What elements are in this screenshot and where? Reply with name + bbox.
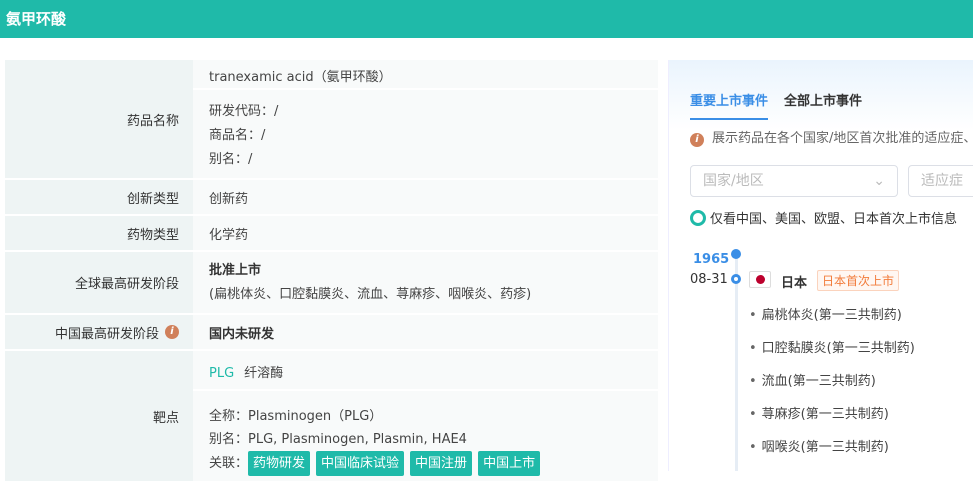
target-name: 纤溶酶 xyxy=(244,366,284,381)
tag-china-launch[interactable]: 中国上市 xyxy=(478,451,541,476)
tab-all-events[interactable]: 全部上市事件 xyxy=(784,90,862,120)
event-date: 08-31 xyxy=(690,272,728,287)
innovation-value: 创新药 xyxy=(193,180,658,214)
list-item: 咽喉炎(第一三共制药) xyxy=(749,436,915,469)
label-target: 靶点 xyxy=(5,351,193,481)
timeline-event-dot xyxy=(731,274,741,284)
note-text: 展示药品在各个国家/地区首次批准的适应症、 xyxy=(712,131,973,146)
indication-select[interactable]: 适应症 xyxy=(908,165,973,197)
target-full-name: 全称：Plasminogen（PLG） xyxy=(209,409,383,424)
tag-china-registration[interactable]: 中国注册 xyxy=(410,451,473,476)
row-global-stage: 全球最高研发阶段 批准上市 (扁桃体炎、口腔黏膜炎、流血、荨麻疹、咽喉炎、药疹) xyxy=(5,252,658,313)
country-select[interactable]: 国家/地区 ⌄ xyxy=(690,165,898,197)
row-china-stage: 中国最高研发阶段 i 国内未研发 xyxy=(5,315,658,349)
radio-label: 仅看中国、美国、欧盟、日本首次上市信息 xyxy=(710,212,958,227)
list-item: 荨麻疹(第一三共制药) xyxy=(749,403,915,436)
drug-info-table: 药品名称 tranexamic acid（氨甲环酸） 研发代码：/ 商品名：/ … xyxy=(5,60,658,483)
target-code-link[interactable]: PLG xyxy=(209,366,234,381)
label-drug-name: 药品名称 xyxy=(5,60,193,178)
drug-name-value: tranexamic acid（氨甲环酸） xyxy=(193,60,658,90)
japan-flag-icon xyxy=(749,271,771,288)
tab-key-events[interactable]: 重要上市事件 xyxy=(690,90,769,120)
first-launch-filter-radio[interactable]: 仅看中国、美国、欧盟、日本首次上市信息 xyxy=(690,208,957,227)
row-drug-name: 药品名称 tranexamic acid（氨甲环酸） 研发代码：/ 商品名：/ … xyxy=(5,60,658,178)
global-stage-value: 批准上市 xyxy=(209,262,262,278)
country-placeholder: 国家/地区 xyxy=(703,173,764,189)
row-target: 靶点 PLG 纤溶酶 全称：Plasminogen（PLG） 别名：PLG, Pl… xyxy=(5,351,658,481)
drug-type-value: 化学药 xyxy=(193,216,658,250)
row-drug-type: 药物类型 化学药 xyxy=(5,216,658,250)
row-innovation: 创新类型 创新药 xyxy=(5,180,658,214)
label-drug-type: 药物类型 xyxy=(5,216,193,250)
event-year: 1965 xyxy=(693,252,730,267)
list-item: 流血(第一三共制药) xyxy=(749,370,915,403)
global-indications: (扁桃体炎、口腔黏膜炎、流血、荨麻疹、咽喉炎、药疹) xyxy=(209,286,532,302)
label-china-stage: 中国最高研发阶段 i xyxy=(5,315,193,349)
indication-list: 扁桃体炎(第一三共制药) 口腔黏膜炎(第一三共制药) 流血(第一三共制药) 荨麻… xyxy=(749,304,915,469)
tag-china-trial[interactable]: 中国临床试验 xyxy=(316,451,405,476)
china-stage-label-text: 中国最高研发阶段 xyxy=(54,326,159,342)
list-item: 口腔黏膜炎(第一三共制药) xyxy=(749,337,915,370)
alias: 别名：/ xyxy=(209,152,253,167)
china-stage-value: 国内未研发 xyxy=(193,315,658,349)
info-icon[interactable]: i xyxy=(165,325,179,339)
target-alias: 别名：PLG, Plasminogen, Plasmin, HAE4 xyxy=(209,432,467,447)
timeline-year-dot xyxy=(731,249,741,259)
note: i 展示药品在各个国家/地区首次批准的适应症、 xyxy=(690,127,973,147)
first-launch-badge: 日本首次上市 xyxy=(817,270,900,291)
tag-drug-rd[interactable]: 药物研发 xyxy=(248,451,311,476)
timeline-line xyxy=(735,256,738,471)
launch-events-panel: 重要上市事件 全部上市事件 i 展示药品在各个国家/地区首次批准的适应症、 国家/… xyxy=(668,60,973,471)
chevron-down-icon: ⌄ xyxy=(873,173,885,189)
label-innovation: 创新类型 xyxy=(5,180,193,214)
trade-name: 商品名：/ xyxy=(209,128,266,143)
page-header: 氨甲环酸 xyxy=(0,0,973,38)
related-label: 关联： xyxy=(209,456,249,471)
radio-icon xyxy=(690,209,706,226)
info-icon: i xyxy=(690,133,704,147)
drug-code: 研发代码：/ xyxy=(209,104,279,119)
list-item: 扁桃体炎(第一三共制药) xyxy=(749,304,915,337)
event-country: 日本 xyxy=(781,276,808,291)
label-global-stage: 全球最高研发阶段 xyxy=(5,252,193,313)
